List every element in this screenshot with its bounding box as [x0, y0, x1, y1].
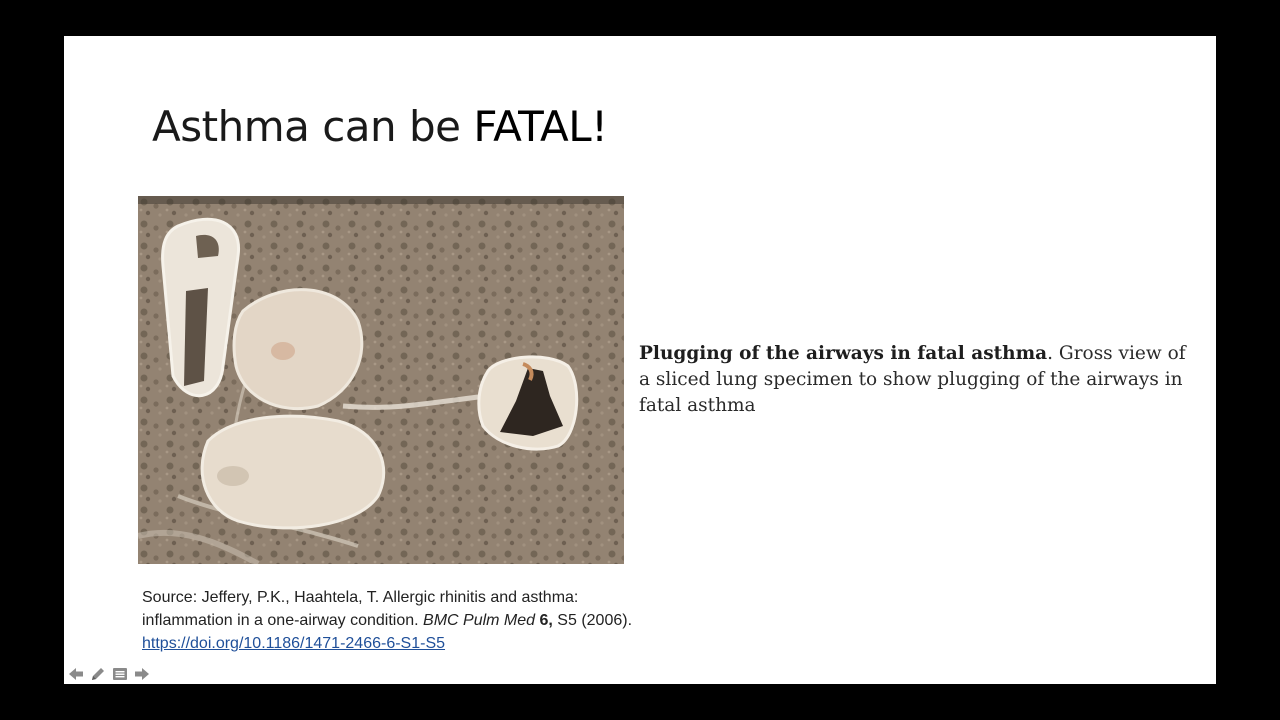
source-volume: 6,	[535, 612, 553, 629]
pen-icon	[92, 668, 104, 680]
lung-specimen-photo	[138, 196, 624, 564]
next-slide-icon	[135, 668, 149, 680]
title-text: Asthma can be	[152, 102, 474, 151]
slide-menu-button[interactable]	[110, 664, 130, 684]
slide: Asthma can be FATAL! Plugging of the air…	[64, 36, 1216, 684]
image-caption: Plugging of the airways in fatal asthma.…	[639, 341, 1199, 419]
previous-slide-icon	[69, 668, 83, 680]
caption-lead: Plugging of the airways in fatal asthma	[639, 343, 1048, 364]
previous-slide-button[interactable]	[66, 664, 86, 684]
slideshow-nav	[66, 664, 152, 684]
doi-link[interactable]: https://doi.org/10.1186/1471-2466-6-S1-S…	[142, 635, 445, 652]
pen-button[interactable]	[88, 664, 108, 684]
slide-title: Asthma can be FATAL!	[152, 102, 608, 151]
slide-menu-icon	[113, 668, 127, 680]
source-pages: S5 (2006).	[552, 612, 633, 629]
source-journal: BMC Pulm Med	[423, 612, 536, 629]
source-citation: Source: Jeffery, P.K., Haahtela, T. Alle…	[142, 586, 632, 655]
title-emphasis: FATAL!	[473, 102, 608, 151]
next-slide-button[interactable]	[132, 664, 152, 684]
